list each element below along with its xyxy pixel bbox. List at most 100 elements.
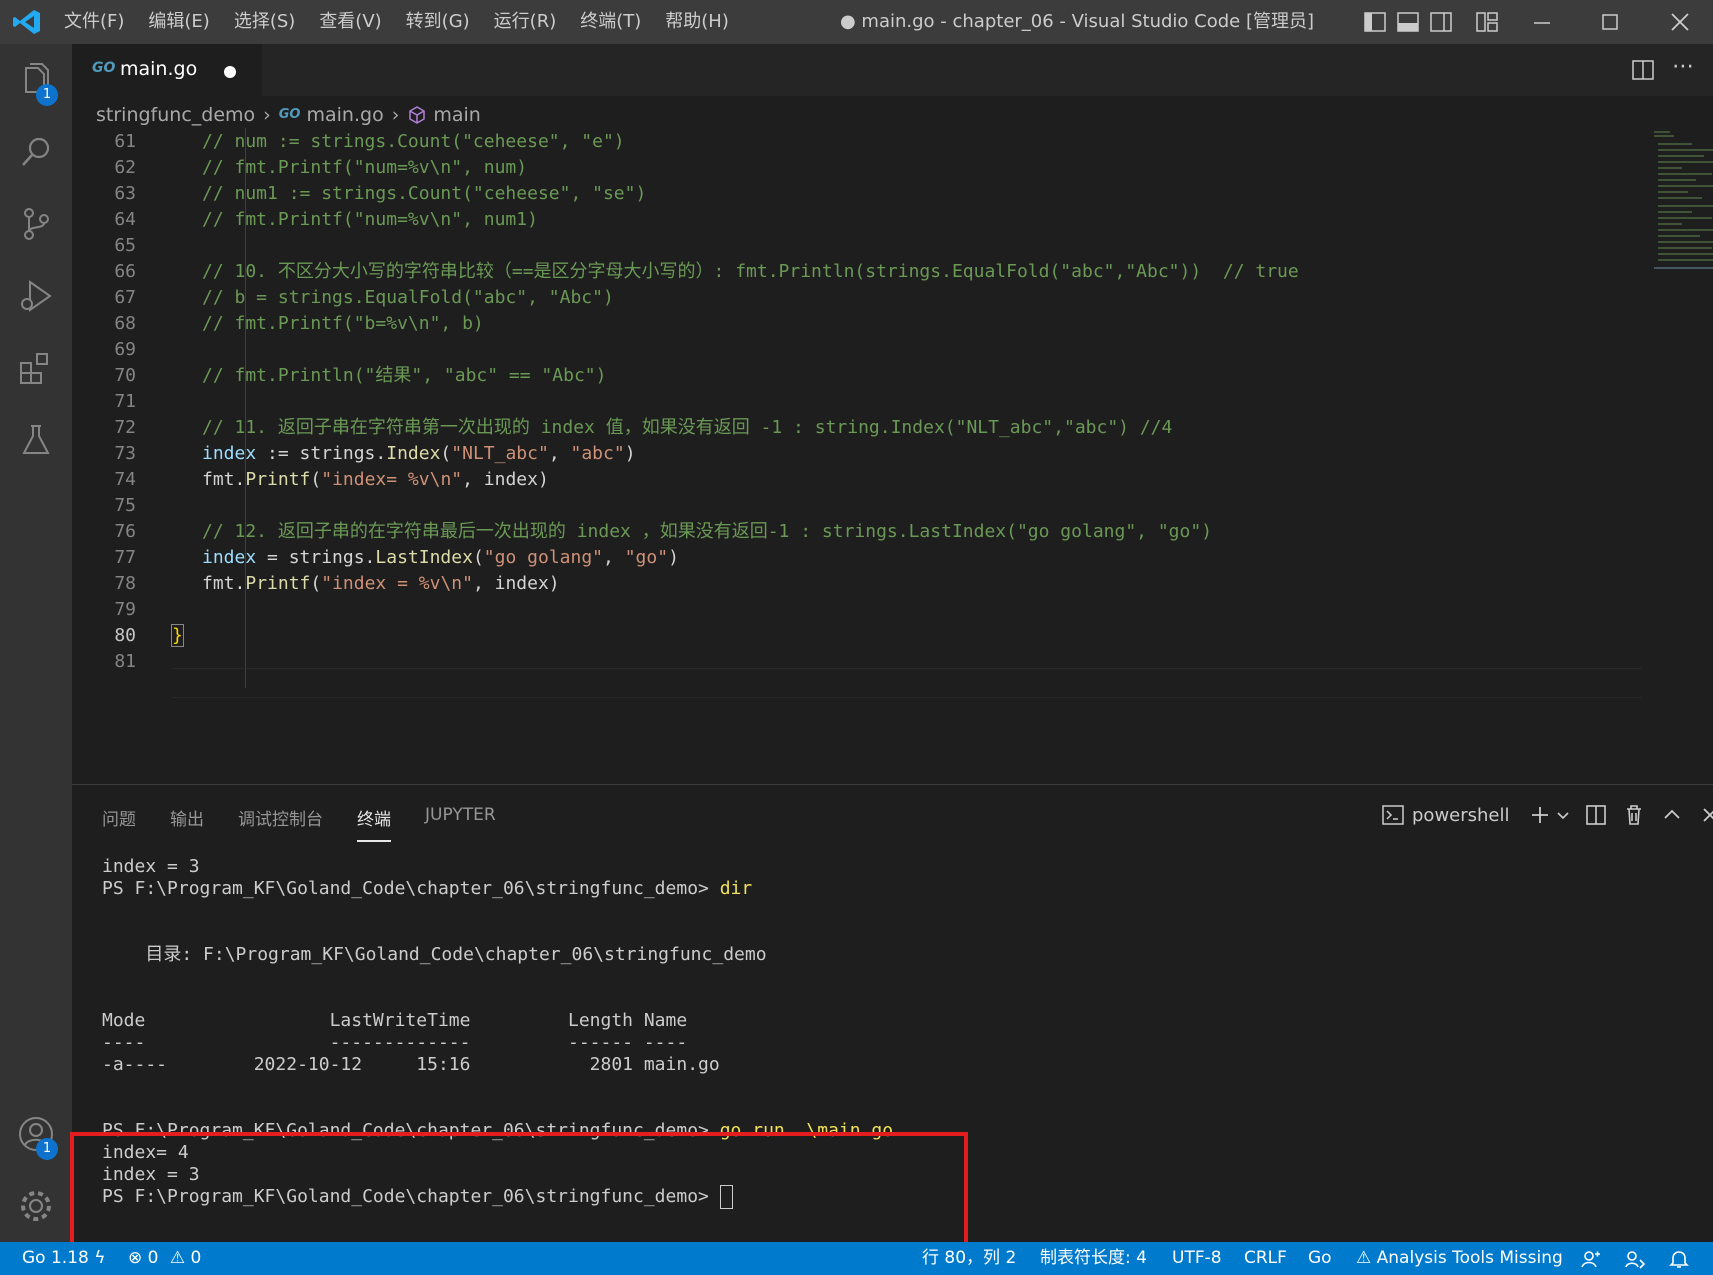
encoding[interactable]: UTF-8 — [1172, 1242, 1222, 1275]
terminal-text: -a---- 2022-10-12 15:16 2801 main.go — [102, 1054, 720, 1075]
breadcrumb-symbol[interactable]: main — [433, 98, 480, 132]
close-panel-icon[interactable] — [1698, 803, 1713, 827]
code-token: // num := strings.Count("ceheese", "e") — [202, 131, 625, 152]
go-version[interactable]: Go 1.18 ϟ — [22, 1242, 105, 1275]
toggle-panel-icon[interactable] — [1397, 12, 1419, 32]
run-debug-icon[interactable] — [16, 276, 56, 316]
toggle-sidebar-icon[interactable] — [1364, 12, 1386, 32]
feedback-icon[interactable] — [1624, 1248, 1646, 1270]
line-number: 78 — [114, 573, 136, 594]
menu-item-2[interactable]: 选择(S) — [234, 0, 307, 44]
line-number: 79 — [114, 599, 136, 620]
language-mode[interactable]: Go — [1308, 1242, 1332, 1275]
code-line: 74 fmt.Printf("index= %v\n", index) — [72, 466, 1572, 494]
terminal-line: index= 4 — [102, 1141, 189, 1165]
code-token: ( — [310, 573, 322, 594]
testing-flask-icon[interactable] — [16, 420, 56, 460]
code-line: 65 — [72, 232, 1572, 260]
cursor-position[interactable]: 行 80，列 2 — [922, 1242, 1016, 1275]
code-line: 71 — [72, 388, 1572, 416]
maximize-icon[interactable] — [1580, 0, 1640, 44]
line-number: 73 — [114, 443, 136, 464]
breadcrumb-file[interactable]: main.go — [307, 98, 384, 132]
bell-icon[interactable] — [1668, 1248, 1690, 1270]
code-line: 66 // 10. 不区分大小写的字符串比较（==是区分字母大小写的）: fmt.… — [72, 258, 1572, 286]
code-token: Printf — [245, 469, 311, 490]
search-icon[interactable] — [16, 132, 56, 172]
more-actions-icon[interactable]: ⋯ — [1672, 54, 1694, 79]
code-token: // num1 := strings.Count("ceheese", "se"… — [202, 183, 647, 204]
code-line: 67 // b = strings.EqualFold("abc", "Abc") — [72, 284, 1572, 312]
menu-item-1[interactable]: 编辑(E) — [148, 0, 221, 44]
extensions-icon[interactable] — [16, 348, 56, 388]
menu-item-4[interactable]: 转到(G) — [406, 0, 482, 44]
code-token: index — [202, 547, 257, 568]
panel-tab-1[interactable]: 输出 — [170, 805, 204, 842]
toggle-secondary-sidebar-icon[interactable] — [1430, 12, 1452, 32]
line-number: 67 — [114, 287, 136, 308]
menu-item-3[interactable]: 查看(V) — [319, 0, 393, 44]
panel-tab-2[interactable]: 调试控制台 — [238, 805, 323, 842]
terminal-name[interactable]: powershell — [1412, 805, 1510, 826]
source-control-icon[interactable] — [16, 204, 56, 244]
breadcrumb-folder[interactable]: stringfunc_demo — [96, 98, 255, 132]
line-number: 76 — [114, 521, 136, 542]
code-text: // num := strings.Count("ceheese", "e") — [202, 128, 625, 156]
analysis-tools[interactable]: ⚠ Analysis Tools Missing — [1356, 1242, 1563, 1275]
tab-size[interactable]: 制表符长度: 4 — [1040, 1242, 1147, 1275]
line-number: 64 — [114, 209, 136, 230]
terminal-output[interactable]: index = 3 PS F:\Program_KF\Goland_Code\ch… — [102, 855, 1682, 1235]
error-count: 0 — [147, 1248, 159, 1268]
lightning-icon: ϟ — [94, 1248, 106, 1268]
menu-item-7[interactable]: 帮助(H) — [665, 0, 741, 44]
breadcrumb: stringfunc_demo › GO main.go › main — [96, 98, 481, 132]
split-editor-icon[interactable] — [1632, 60, 1654, 80]
panel-tab-4[interactable]: JUPYTER — [425, 805, 496, 842]
code-editor[interactable]: 61 // num := strings.Count("ceheese", "e"… — [72, 128, 1713, 784]
vscode-logo-icon — [13, 10, 40, 34]
code-token: ) — [668, 547, 679, 568]
minimize-icon[interactable] — [1512, 0, 1572, 44]
live-share-icon[interactable] — [1580, 1248, 1602, 1270]
menu-item-6[interactable]: 终端(T) — [580, 0, 653, 44]
terminal-text: Mode LastWriteTime Length Name — [102, 1010, 688, 1031]
menu-item-0[interactable]: 文件(F) — [64, 0, 136, 44]
minimap[interactable] — [1652, 128, 1713, 288]
go-file-icon: GO — [278, 107, 301, 122]
code-token: , index) — [462, 469, 549, 490]
code-line: 79 — [72, 596, 1572, 624]
menu-item-5[interactable]: 运行(R) — [494, 0, 569, 44]
unsaved-dot-icon[interactable] — [224, 66, 236, 78]
close-window-icon[interactable] — [1650, 0, 1710, 44]
customize-layout-icon[interactable] — [1476, 12, 1498, 32]
terminal-icon[interactable] — [1382, 805, 1404, 825]
code-text: fmt.Printf("index = %v\n", index) — [202, 570, 560, 598]
line-number: 65 — [114, 235, 136, 256]
code-text: index = strings.LastIndex("go golang", "… — [202, 544, 679, 572]
new-terminal-plus-icon[interactable] — [1528, 803, 1552, 827]
code-token: ) — [624, 443, 636, 464]
split-terminal-icon[interactable] — [1584, 803, 1608, 827]
panel-tab-3[interactable]: 终端 — [357, 805, 391, 842]
menu-bar: 文件(F) 编辑(E) 选择(S) 查看(V) 转到(G) 运行(R) 终端(T) 帮助(H) — [64, 0, 753, 44]
line-ending[interactable]: CRLF — [1244, 1242, 1287, 1275]
tab-main-go[interactable]: GO main.go — [72, 44, 262, 96]
problems-indicator[interactable]: ⊗ 0 ⚠ 0 — [128, 1242, 201, 1275]
title-bar: 文件(F) 编辑(E) 选择(S) 查看(V) 转到(G) 运行(R) 终端(T) 帮助(H)… — [0, 0, 1713, 44]
trash-icon[interactable] — [1622, 803, 1646, 827]
line-number: 80 — [114, 625, 136, 646]
terminal-line: index = 3 — [102, 855, 200, 879]
panel-tab-0[interactable]: 问题 — [102, 805, 136, 842]
code-line: 76 // 12. 返回子串的在字符串最后一次出现的 index ，如果没有返回-… — [72, 518, 1572, 546]
code-token: ( — [440, 443, 452, 464]
chevron-down-icon[interactable] — [1556, 803, 1570, 827]
line-number: 81 — [114, 651, 136, 672]
chevron-up-icon[interactable] — [1660, 803, 1684, 827]
code-token: Index — [386, 443, 441, 464]
terminal-line: PS F:\Program_KF\Goland_Code\chapter_06\… — [102, 1119, 893, 1143]
code-token: := strings. — [256, 443, 387, 464]
code-text: // fmt.Println("结果", "abc" == "Abc") — [202, 362, 606, 390]
gear-icon[interactable] — [16, 1186, 56, 1226]
activity-bar: 1 1 — [0, 44, 72, 1242]
code-line: 75 — [72, 492, 1572, 520]
